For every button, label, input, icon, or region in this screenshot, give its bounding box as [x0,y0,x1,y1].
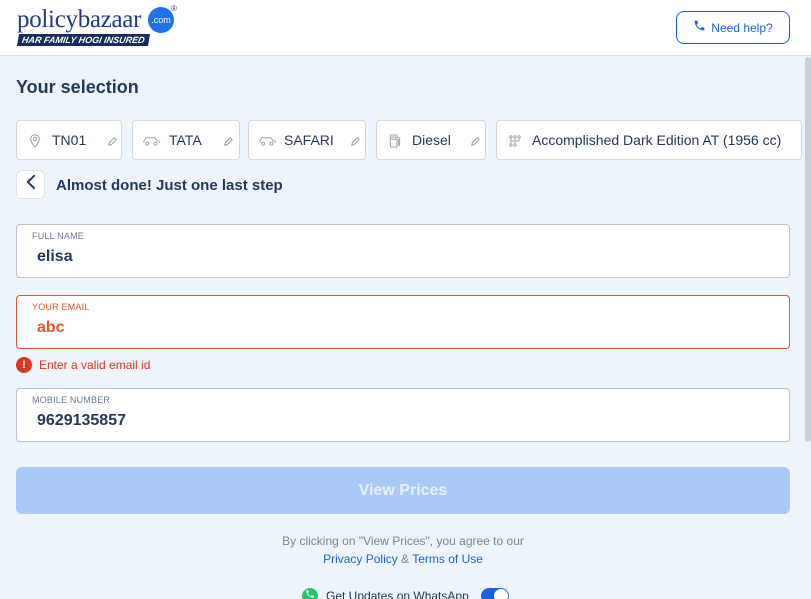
back-button[interactable] [16,170,45,199]
car-icon [258,132,276,150]
pencil-icon[interactable] [221,134,235,148]
policybazaar-logo[interactable]: policybazaar .com ® HAR FAMILY HOGI INSU… [16,4,186,50]
phone-icon [693,19,706,37]
error-alert-icon: ! [16,357,32,373]
full-name-input[interactable] [37,248,777,266]
chip-rto[interactable]: TN01 [16,120,122,160]
need-help-label: Need help? [711,20,773,35]
logo-registered-mark: ® [171,4,177,13]
email-error-text: Enter a valid email id [39,358,151,372]
chip-make-label: TATA [169,132,202,148]
pencil-icon[interactable] [105,134,119,148]
chip-model[interactable]: SAFARI [248,120,366,160]
view-prices-button[interactable]: View Prices [16,467,790,514]
car-icon [142,132,160,150]
chip-model-label: SAFARI [284,132,334,148]
whatsapp-toggle[interactable] [480,588,509,599]
consent-line: By clicking on "View Prices", you agree … [282,534,524,548]
toggle-knob [493,589,508,599]
full-name-label: FULL NAME [32,231,84,241]
email-field[interactable]: YOUR EMAIL [16,295,790,349]
step-title: Almost done! Just one last step [56,177,283,194]
whatsapp-icon [302,588,318,599]
logo-tagline: HAR FAMILY HOGI INSURED [16,34,150,46]
chip-variant-label: Accomplished Dark Edition AT (1956 cc) [532,132,782,148]
pencil-icon[interactable] [348,134,362,148]
page-scrollbar[interactable] [805,57,811,442]
full-name-field[interactable]: FULL NAME [16,224,790,278]
whatsapp-updates-row: Get Updates on WhatsApp [302,588,509,599]
need-help-button[interactable]: Need help? [676,11,790,44]
top-header: policybazaar .com ® HAR FAMILY HOGI INSU… [0,0,811,56]
consent-ampersand: & [401,552,410,566]
privacy-policy-link[interactable]: Privacy Policy [323,552,398,566]
location-pin-icon [26,132,44,150]
mobile-number-label: MOBILE NUMBER [32,395,111,405]
mobile-number-field[interactable]: MOBILE NUMBER [16,388,790,442]
pencil-icon[interactable] [468,134,482,148]
mobile-number-input[interactable] [37,412,777,430]
gearbox-icon [506,132,524,150]
email-error-message: ! Enter a valid email id [16,357,150,373]
terms-of-use-link[interactable]: Terms of Use [412,552,483,566]
chevron-left-icon [25,174,37,195]
whatsapp-updates-label: Get Updates on WhatsApp [326,589,469,599]
selection-title: Your selection [16,77,139,97]
chip-make[interactable]: TATA [132,120,240,160]
chip-fuel[interactable]: Diesel [376,120,486,160]
email-label: YOUR EMAIL [32,302,90,312]
consent-text: By clicking on "View Prices", you agree … [0,532,806,568]
chip-rto-label: TN01 [52,132,87,148]
chip-fuel-label: Diesel [412,132,451,148]
fuel-pump-icon [386,132,404,150]
chip-variant[interactable]: Accomplished Dark Edition AT (1956 cc) [496,120,802,160]
email-input[interactable] [37,319,777,337]
logo-wordmark: policybazaar [17,6,142,33]
